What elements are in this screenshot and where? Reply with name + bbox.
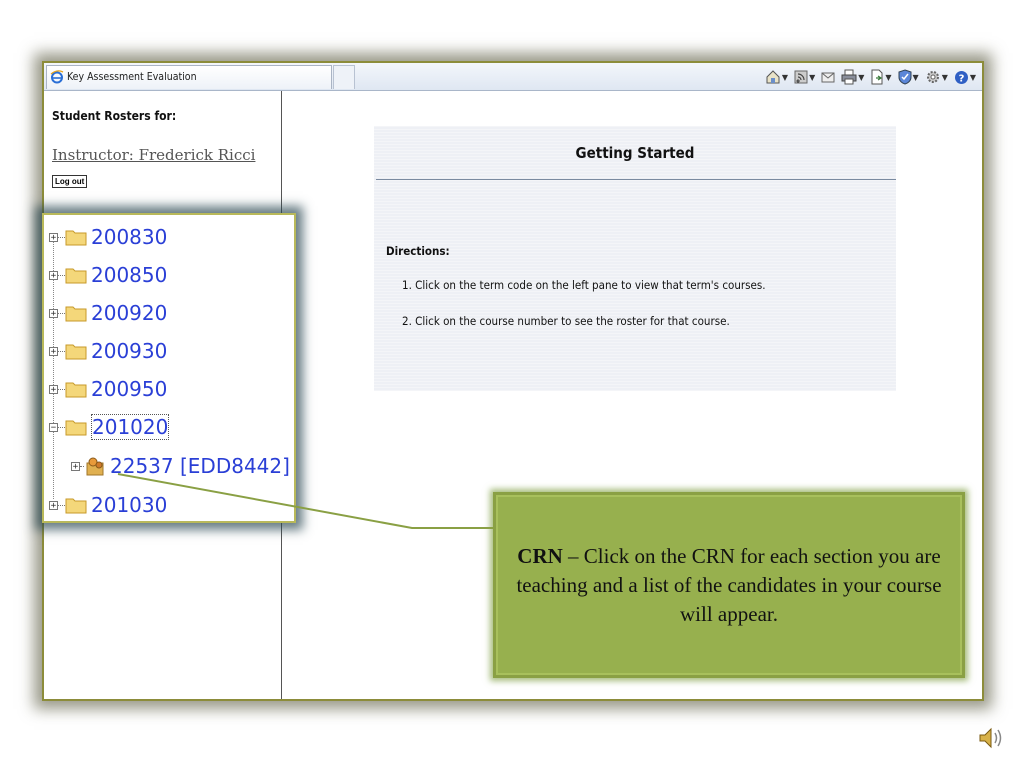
crn-callout: CRN – Click on the CRN for each section … [493, 492, 965, 678]
folder-icon [65, 498, 87, 514]
tools-icon [926, 71, 939, 83]
dropdown-arrow-icon: ▼ [781, 72, 789, 82]
term-code-label-selected[interactable]: 201020 [91, 414, 170, 440]
expand-icon[interactable]: + [49, 500, 58, 510]
crn-course-label[interactable]: 22537 [EDD8442] [110, 454, 290, 478]
tree-node-term[interactable]: + 200830 [44, 219, 167, 255]
page-icon [871, 69, 883, 85]
expand-icon[interactable]: + [49, 346, 58, 356]
term-code-label[interactable]: 200950 [91, 377, 167, 401]
logout-button[interactable]: Log out [52, 175, 88, 188]
callout-text: CRN – Click on the CRN for each section … [506, 542, 952, 629]
speaker-audio-icon[interactable] [977, 724, 1005, 752]
safety-icon [898, 69, 912, 85]
course-roster-icon [86, 457, 104, 476]
instructor-link[interactable]: Instructor: Frederick Ricci [52, 146, 255, 164]
svg-text:?: ? [958, 73, 964, 84]
print-icon [841, 69, 857, 85]
tree-node-term[interactable]: + 200950 [44, 371, 167, 407]
term-code-label[interactable]: 200850 [91, 263, 167, 287]
tab-bar: Key Assessment Evaluation ▼ ▼ ▼ ▼ ▼ ▼ ? … [44, 63, 982, 91]
directions-heading: Directions: [386, 244, 450, 258]
command-bar: ▼ ▼ ▼ ▼ ▼ ▼ ? ▼ [765, 67, 976, 87]
tools-menu-button[interactable]: ▼ [925, 69, 948, 85]
folder-open-icon [65, 420, 87, 436]
tab-title: Key Assessment Evaluation [67, 71, 197, 83]
roster-heading: Student Rosters for: [52, 109, 177, 123]
term-code-label[interactable]: 200920 [91, 301, 167, 325]
callout-body: – Click on the CRN for each section you … [516, 543, 942, 626]
feeds-button[interactable]: ▼ [794, 70, 815, 84]
expand-icon[interactable]: + [49, 384, 58, 394]
tree-node-term[interactable]: + 200930 [44, 333, 167, 369]
dropdown-arrow-icon: ▼ [969, 72, 976, 82]
new-tab-button[interactable] [333, 65, 355, 89]
dropdown-arrow-icon: ▼ [885, 72, 892, 82]
dropdown-arrow-icon: ▼ [912, 72, 919, 82]
folder-icon [65, 344, 87, 360]
browser-tab[interactable]: Key Assessment Evaluation [46, 65, 332, 89]
getting-started-panel: Getting Started Directions: 1. Click on … [374, 126, 896, 391]
home-icon [766, 70, 780, 84]
expand-icon[interactable]: + [71, 461, 80, 471]
expand-icon[interactable]: + [49, 232, 58, 242]
term-code-label[interactable]: 200930 [91, 339, 167, 363]
collapse-icon[interactable]: − [49, 422, 58, 432]
read-mail-button[interactable] [821, 70, 835, 84]
dropdown-arrow-icon: ▼ [941, 72, 948, 82]
dropdown-arrow-icon: ▼ [858, 72, 865, 82]
term-code-label[interactable]: 200830 [91, 225, 167, 249]
print-button[interactable]: ▼ [841, 69, 864, 85]
home-button[interactable]: ▼ [765, 69, 788, 85]
dropdown-arrow-icon: ▼ [809, 72, 816, 82]
tree-node-term[interactable]: + 201030 [44, 487, 167, 523]
callout-bold-term: CRN [517, 543, 563, 568]
expand-icon[interactable]: + [49, 308, 58, 318]
help-icon: ? [954, 70, 968, 84]
page-menu-button[interactable]: ▼ [870, 69, 892, 85]
direction-step-2: 2. Click on the course number to see the… [402, 314, 730, 328]
folder-icon [65, 230, 87, 246]
help-menu-button[interactable]: ? ▼ [954, 70, 976, 85]
ie-logo-icon [50, 70, 64, 84]
panel-title: Getting Started [575, 144, 695, 162]
tree-node-term[interactable]: + 200920 [44, 295, 167, 331]
folder-icon [65, 268, 87, 284]
folder-icon [65, 382, 87, 398]
safety-menu-button[interactable]: ▼ [898, 69, 919, 85]
tree-node-term[interactable]: + 200850 [44, 257, 167, 293]
read-mail-icon [821, 72, 835, 83]
term-code-label[interactable]: 201030 [91, 493, 167, 517]
tree-node-term-expanded[interactable]: − 201020 [44, 409, 170, 445]
tree-node-course[interactable]: + 22537 [EDD8442] [66, 448, 290, 484]
rss-feed-icon [794, 70, 808, 84]
expand-icon[interactable]: + [49, 270, 58, 280]
term-tree-magnified: + 200830 + 200850 + 200920 + 200930 + 20… [42, 213, 296, 523]
title-divider [376, 179, 896, 180]
direction-step-1: 1. Click on the term code on the left pa… [402, 278, 766, 292]
folder-icon [65, 306, 87, 322]
